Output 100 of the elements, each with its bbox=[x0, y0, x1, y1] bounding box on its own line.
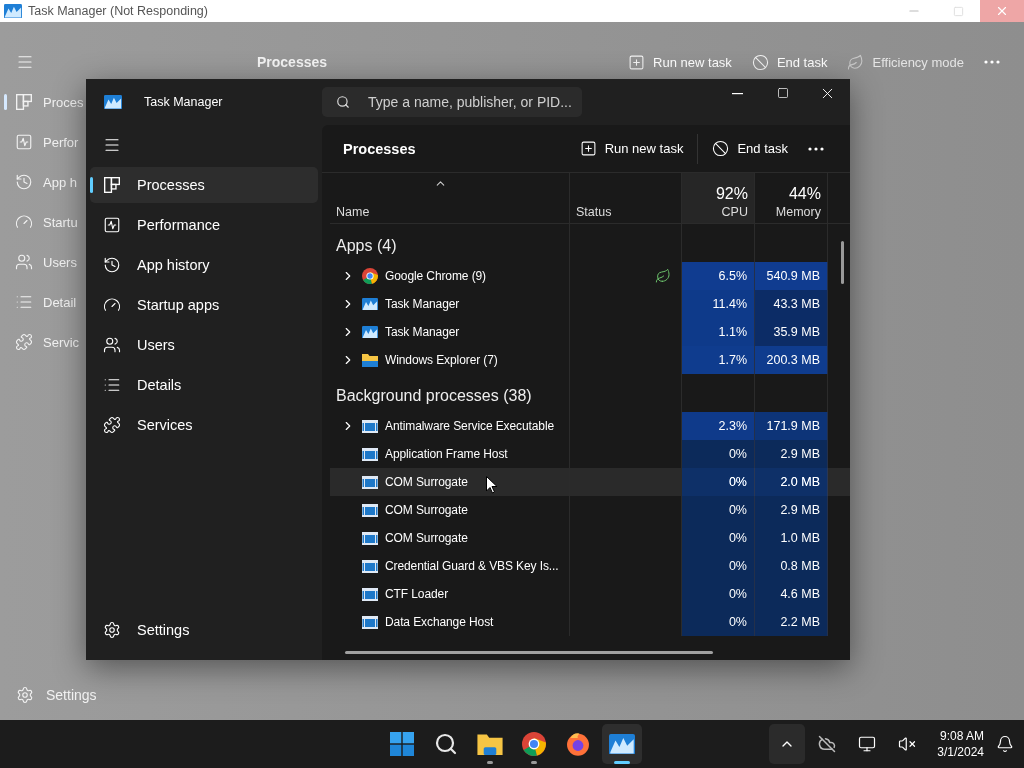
process-row[interactable]: COM Surrogate 0% 2.0 MB bbox=[330, 468, 850, 496]
process-row[interactable]: COM Surrogate 0% 2.9 MB bbox=[330, 496, 850, 524]
toolbar-button[interactable]: End task bbox=[702, 132, 798, 165]
nav-item[interactable]: Details bbox=[90, 367, 318, 403]
nav-label: Proces bbox=[43, 94, 84, 110]
puzzle-icon bbox=[103, 416, 121, 434]
cpu-cell: 1.1% bbox=[682, 318, 755, 346]
window-icon bbox=[362, 503, 378, 517]
memory-cell: 200.3 MB bbox=[755, 346, 828, 374]
cpu-cell: 0% bbox=[682, 552, 755, 580]
page-title: Processes bbox=[257, 54, 329, 70]
process-name: COM Surrogate bbox=[385, 531, 468, 545]
process-name: COM Surrogate bbox=[385, 475, 468, 489]
window-icon bbox=[362, 531, 378, 545]
memory-cell: 2.0 MB bbox=[755, 468, 828, 496]
memory-cell: 4.6 MB bbox=[755, 580, 828, 608]
column-label: Name bbox=[336, 205, 370, 219]
ban-icon bbox=[751, 53, 769, 71]
nav-label: Detail bbox=[43, 294, 77, 310]
process-name: Credential Guard & VBS Key Is... bbox=[385, 559, 559, 573]
tricolor-circle-icon bbox=[362, 268, 378, 284]
memory-cell: 43.3 MB bbox=[755, 290, 828, 318]
process-name: Antimalware Service Executable bbox=[385, 419, 555, 433]
gauge-icon bbox=[15, 213, 33, 231]
process-row[interactable]: Credential Guard & VBS Key Is... 0% 0.8 MB bbox=[330, 552, 850, 580]
process-row[interactable]: Task Manager 11.4% 43.3 MB bbox=[330, 290, 850, 318]
memory-cell: 0.8 MB bbox=[755, 552, 828, 580]
nav-label: Perfor bbox=[43, 134, 79, 150]
close-icon bbox=[995, 4, 1009, 18]
page-title: Processes bbox=[343, 140, 417, 157]
memory-cell: 2.2 MB bbox=[755, 608, 828, 636]
window-icon bbox=[362, 559, 378, 573]
nav-label: Startu bbox=[43, 214, 78, 230]
nav-item[interactable]: Users bbox=[90, 327, 318, 363]
process-name: Application Frame Host bbox=[385, 447, 508, 461]
search-field[interactable]: Type a name, publisher, or PID... bbox=[322, 87, 582, 117]
column-header[interactable]: 92% CPU bbox=[682, 173, 755, 223]
users-icon bbox=[15, 253, 33, 271]
taskbar-app[interactable] bbox=[602, 724, 642, 764]
memory-cell: 2.9 MB bbox=[755, 496, 828, 524]
chart-window-icon bbox=[362, 297, 378, 311]
cloud-off-icon bbox=[818, 735, 837, 753]
cpu-cell: 6.5% bbox=[682, 262, 755, 290]
settings-icon bbox=[103, 621, 121, 639]
tricolor-circle-icon bbox=[522, 732, 546, 756]
column-total: 44% bbox=[788, 185, 821, 203]
process-row[interactable]: Google Chrome (9) 6.5% 540.9 MB bbox=[330, 262, 850, 290]
memory-cell: 35.9 MB bbox=[755, 318, 828, 346]
grid-icon bbox=[103, 176, 121, 194]
activity-icon bbox=[15, 133, 33, 151]
process-name: Data Exchange Host bbox=[385, 615, 494, 629]
process-name: CTF Loader bbox=[385, 587, 449, 601]
menu-icon[interactable] bbox=[103, 136, 121, 154]
process-name: COM Surrogate bbox=[385, 503, 468, 517]
process-name: Windows Explorer (7) bbox=[385, 353, 498, 367]
cpu-cell: 1.7% bbox=[682, 346, 755, 374]
process-row[interactable]: Windows Explorer (7) 1.7% 200.3 MB bbox=[330, 346, 850, 374]
clock-date: 3/1/2024 bbox=[937, 744, 984, 760]
process-row[interactable]: Antimalware Service Executable 2.3% 171.9 MB bbox=[330, 412, 850, 440]
ban-icon bbox=[712, 140, 730, 157]
users-icon bbox=[103, 336, 121, 354]
settings-icon bbox=[16, 686, 34, 704]
more-icon bbox=[808, 146, 824, 151]
settings-label: Settings bbox=[46, 687, 97, 703]
cpu-cell: 0% bbox=[682, 440, 755, 468]
chart-window-icon bbox=[609, 733, 635, 755]
nav-label: App h bbox=[43, 174, 77, 190]
flame-globe-icon bbox=[566, 732, 590, 756]
list-icon bbox=[103, 376, 121, 394]
process-row[interactable]: COM Surrogate 0% 1.0 MB bbox=[330, 524, 850, 552]
chart-window-icon bbox=[104, 94, 122, 110]
process-row[interactable]: Data Exchange Host 0% 2.2 MB bbox=[330, 608, 850, 636]
bell-icon[interactable] bbox=[996, 735, 1014, 753]
nav-item[interactable]: Processes bbox=[90, 167, 318, 203]
nav-item[interactable]: Performance bbox=[90, 207, 318, 243]
gauge-icon bbox=[103, 296, 121, 314]
toolbar-button[interactable]: Run new task bbox=[569, 132, 694, 165]
memory-cell: 1.0 MB bbox=[755, 524, 828, 552]
process-name: Task Manager bbox=[385, 297, 460, 311]
puzzle-icon bbox=[15, 333, 33, 351]
process-row[interactable]: CTF Loader 0% 4.6 MB bbox=[330, 580, 850, 608]
memory-cell: 2.9 MB bbox=[755, 440, 828, 468]
window-title: Task Manager (Not Responding) bbox=[28, 4, 209, 18]
column-header[interactable]: 44% Memory bbox=[755, 173, 828, 223]
column-label: CPU bbox=[721, 205, 748, 219]
cpu-cell: 2.3% bbox=[682, 412, 755, 440]
nav-item[interactable]: Startup apps bbox=[90, 287, 318, 323]
folder-icon bbox=[477, 733, 503, 755]
volume-mute-icon bbox=[898, 735, 917, 753]
process-name: Google Chrome (9) bbox=[385, 269, 486, 283]
column-total: 92% bbox=[715, 185, 748, 203]
nav-item[interactable]: App history bbox=[90, 247, 318, 283]
column-header[interactable]: Name bbox=[330, 173, 570, 223]
nav-item[interactable]: Services bbox=[90, 407, 318, 443]
process-row[interactable]: Task Manager 1.1% 35.9 MB bbox=[330, 318, 850, 346]
minimize-icon bbox=[732, 91, 743, 95]
scrollbar-thumb[interactable] bbox=[841, 241, 844, 284]
settings-item[interactable]: Settings bbox=[90, 612, 318, 648]
column-label: Status bbox=[576, 205, 612, 219]
scrollbar-thumb[interactable] bbox=[345, 651, 713, 654]
